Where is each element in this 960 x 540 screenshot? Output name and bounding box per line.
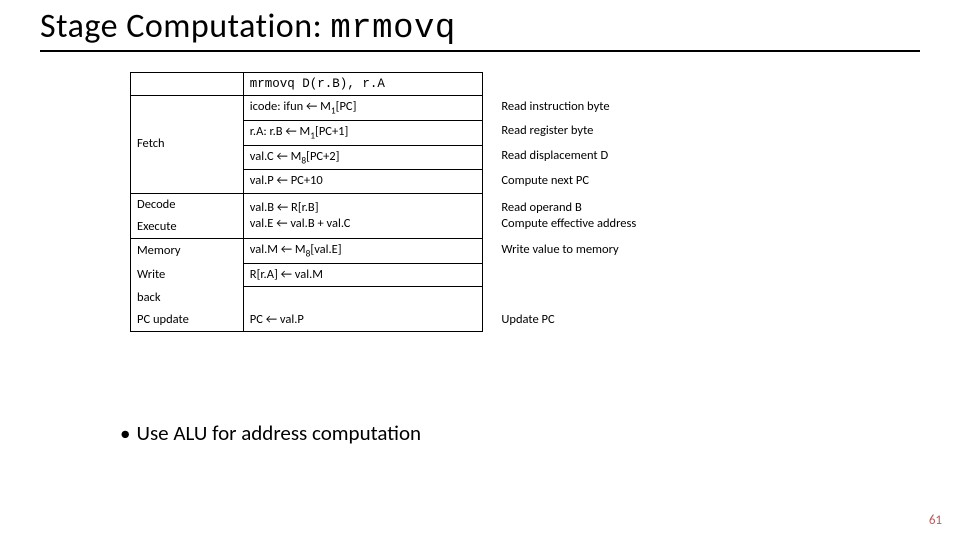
stage-pcupdate: PC update: [131, 309, 244, 332]
slide-title: Stage Computation: mrmovq: [40, 6, 456, 48]
op-cell: val.P ← PC+10: [243, 170, 483, 193]
op-desc: Read instruction byte: [483, 96, 810, 121]
header-empty: [131, 73, 244, 96]
stage-write: Write: [131, 263, 244, 286]
title-prefix: Stage Computation:: [40, 6, 330, 47]
op-cell: val.C ← M8[PC+2]: [243, 145, 483, 170]
op-desc: Compute next PC: [483, 170, 810, 193]
op-cell: val.M ← M8[val.E]: [243, 239, 483, 264]
op-cell: R[r.A] ← val.M: [243, 263, 483, 286]
op-cell: val.B ← R[r.B] val.E ← val.B + val.C: [243, 193, 483, 239]
stage-memory: Memory: [131, 239, 244, 264]
table-row: back PC ← val.P Update PC: [131, 287, 811, 309]
op-desc: Update PC: [483, 287, 810, 332]
op-desc: Read operand B Compute effective address: [483, 193, 810, 239]
table-row: Write R[r.A] ← val.M: [131, 263, 811, 286]
header-op: mrmovq D(r.B), r.A: [243, 73, 483, 96]
stage-execute: Execute: [131, 216, 244, 239]
stage-back: back: [131, 287, 244, 309]
table-row: Memory val.M ← M8[val.E] Write value to …: [131, 239, 811, 264]
title-mono: mrmovq: [330, 10, 455, 48]
stage-table-wrap: mrmovq D(r.B), r.A Fetch icode: ifun ← M…: [130, 72, 810, 332]
stage-fetch: Fetch: [131, 96, 244, 193]
table-row: Decode val.B ← R[r.B] val.E ← val.B + va…: [131, 193, 811, 216]
op-desc: Write value to memory: [483, 239, 810, 264]
bullet-dot-icon: •: [120, 420, 136, 446]
title-underline: [40, 50, 920, 52]
stage-decode: Decode: [131, 193, 244, 216]
page-number: 61: [929, 513, 942, 528]
table-row: Fetch icode: ifun ← M1[PC] Read instruct…: [131, 96, 811, 121]
bullet-text: Use ALU for address computation: [136, 420, 421, 446]
op-cell: icode: ifun ← M1[PC]: [243, 96, 483, 121]
op-cell: r.A: r.B ← M1[PC+1]: [243, 120, 483, 145]
table-header-row: mrmovq D(r.B), r.A: [131, 73, 811, 96]
stage-table: mrmovq D(r.B), r.A Fetch icode: ifun ← M…: [130, 72, 810, 332]
op-desc: [483, 263, 810, 286]
op-cell: PC ← val.P: [243, 287, 483, 332]
op-desc: Read displacement D: [483, 145, 810, 170]
op-desc: Read register byte: [483, 120, 810, 145]
header-desc: [483, 73, 810, 96]
bullet-line: •Use ALU for address computation: [120, 420, 421, 446]
